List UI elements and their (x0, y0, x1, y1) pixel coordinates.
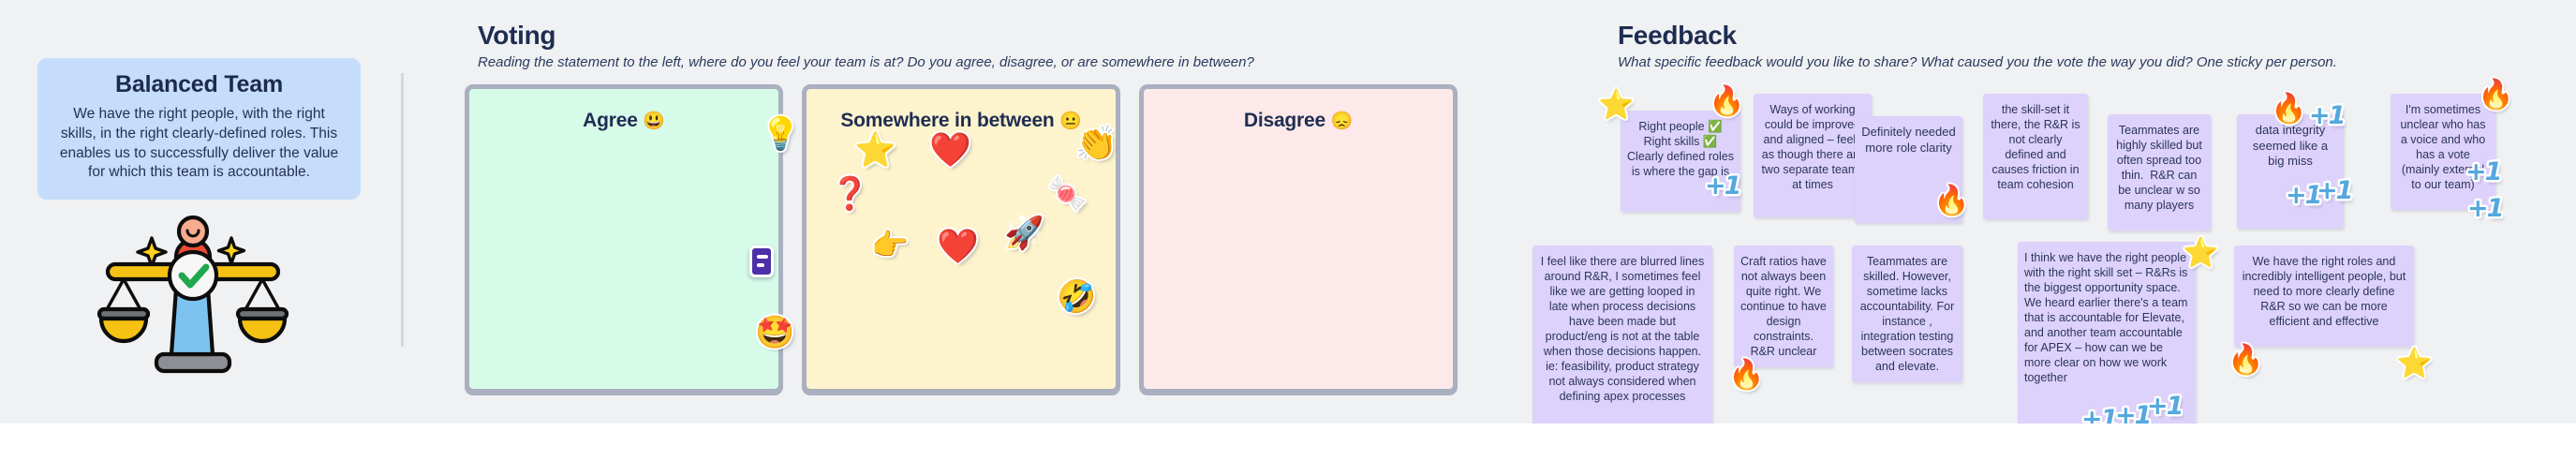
fire-reaction[interactable]: 🔥 (1709, 86, 1745, 115)
plus-one-reaction[interactable]: +1 (2309, 101, 2346, 130)
star-reaction[interactable]: ⭐ (1598, 90, 1635, 119)
disagree-emoji: 😞 (1330, 112, 1354, 131)
feedback-note[interactable]: Teammates are skilled. However, sometime… (1852, 245, 1962, 382)
candy-sticker[interactable]: 🍬 (1047, 178, 1087, 210)
feedback-title: Feedback (1618, 21, 1737, 50)
balance-scales-illustration (94, 208, 309, 381)
statement-body: We have the right people, with the right… (59, 106, 339, 181)
feedback-note[interactable]: I feel like there are blurred lines arou… (1532, 245, 1712, 424)
voting-subtitle: Reading the statement to the left, where… (478, 54, 1254, 70)
lightbulb-sticker[interactable]: 💡 (761, 118, 800, 150)
page-background (0, 433, 2576, 476)
plus-one-reaction[interactable]: +1 (2115, 401, 2152, 424)
star-reaction[interactable]: ⭐ (2396, 349, 2433, 378)
rocket-sticker[interactable]: 🚀 (1004, 217, 1044, 249)
question-sticker[interactable]: ❓ (830, 178, 869, 210)
whiteboard-canvas[interactable]: Balanced Team We have the right people, … (0, 0, 2576, 424)
plus-one-reaction[interactable]: +1 (2081, 405, 2118, 424)
feedback-note[interactable]: Teammates are highly skilled but often s… (2108, 114, 2211, 231)
fire-reaction[interactable]: 🔥 (2271, 94, 2307, 123)
plus-one-reaction[interactable]: +1 (2317, 176, 2353, 205)
star-reaction[interactable]: ⭐ (2183, 238, 2219, 267)
vote-column-disagree-label: Disagree 😞 (1243, 110, 1354, 131)
note-chip-sticker[interactable] (749, 245, 774, 277)
vote-column-agree-label: Agree 😃 (583, 110, 665, 131)
plus-one-reaction[interactable]: +1 (2286, 181, 2322, 210)
vote-column-between-label: Somewhere in between 😐 (840, 110, 1082, 131)
voting-title: Voting (478, 21, 556, 50)
vote-column-agree[interactable]: Agree 😃 (465, 84, 783, 394)
star-struck-sticker[interactable]: 🤩 (755, 317, 794, 349)
heart-sticker-2[interactable]: ❤️ (937, 230, 979, 263)
fire-reaction[interactable]: 🔥 (2228, 345, 2264, 374)
fire-reaction[interactable]: 🔥 (2478, 80, 2514, 109)
star-sticker[interactable]: ⭐ (854, 133, 896, 167)
statement-title: Balanced Team (115, 71, 283, 97)
vote-column-disagree[interactable]: Disagree 😞 (1139, 84, 1458, 394)
fire-reaction[interactable]: 🔥 (1728, 360, 1765, 389)
feedback-note[interactable]: Craft ratios have not always been quite … (1734, 245, 1833, 367)
voting-header: Voting Reading the statement to the left… (478, 21, 1254, 70)
feedback-note[interactable]: I'm sometimes unclear who has a voice an… (2391, 94, 2495, 210)
feedback-subtitle: What specific feedback would you like to… (1618, 54, 2337, 70)
heart-sticker[interactable]: ❤️ (929, 133, 971, 167)
feedback-header: Feedback What specific feedback would yo… (1618, 21, 2337, 70)
section-divider (401, 73, 404, 347)
plus-one-reaction[interactable]: +1 (2465, 157, 2502, 186)
clap-sticker[interactable]: 👏 (1075, 126, 1118, 160)
feedback-note[interactable]: data integrity seemed like a big miss (2237, 114, 2344, 229)
feedback-note[interactable]: the skill-set it there, the R&R is not c… (1983, 94, 2088, 219)
plus-one-reaction[interactable]: +1 (2467, 194, 2504, 223)
fire-reaction[interactable]: 🔥 (1933, 186, 1970, 215)
feedback-note[interactable]: We have the right roles and incredibly i… (2234, 245, 2414, 347)
rofl-sticker[interactable]: 🤣 (1057, 281, 1096, 313)
plus-one-reaction[interactable]: +1 (1705, 171, 1741, 201)
agree-emoji: 😃 (643, 112, 665, 131)
plus-one-reaction[interactable]: +1 (2147, 392, 2184, 421)
point-right-sticker[interactable]: 👉 (871, 230, 909, 260)
statement-card[interactable]: Balanced Team We have the right people, … (37, 58, 361, 201)
